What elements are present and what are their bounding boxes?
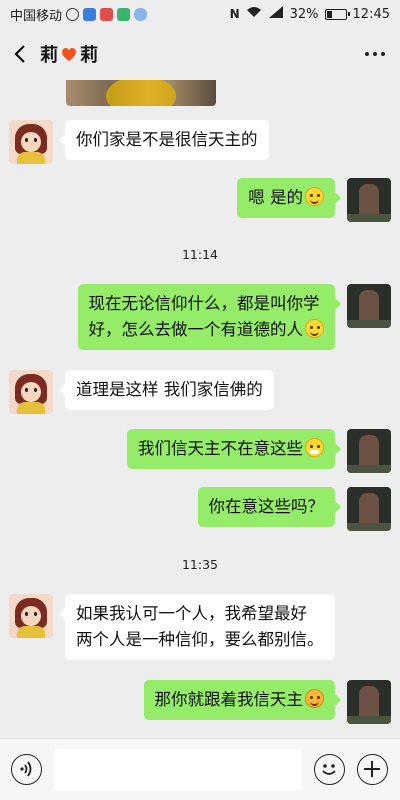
title-text: 莉 (40, 45, 58, 66)
app-icon (100, 7, 114, 21)
smile-emoji-icon (305, 187, 324, 206)
my-avatar[interactable] (347, 178, 391, 222)
my-avatar[interactable] (347, 680, 391, 724)
message-bubble[interactable]: 你们家是不是很信天主的 (59, 120, 269, 160)
message-input[interactable] (54, 749, 302, 791)
image-message[interactable] (66, 80, 216, 106)
plus-icon[interactable] (357, 754, 388, 785)
heart-icon (60, 45, 78, 63)
my-avatar[interactable] (347, 284, 391, 328)
nfc-icon: N (229, 7, 240, 21)
voice-icon[interactable] (11, 754, 42, 785)
notification-icon (66, 7, 80, 21)
battery-icon (324, 8, 350, 20)
emoji-icon[interactable] (314, 754, 345, 785)
battery-percent: 32% (289, 6, 319, 22)
back-icon[interactable] (0, 28, 40, 80)
chat-area[interactable]: 你们家是不是很信天主的 嗯 是的 11:14 现在无论信仰什么，都是叫你学 好，… (0, 80, 400, 738)
grin-emoji-icon (305, 438, 324, 457)
more-icon[interactable] (350, 28, 400, 80)
blush-emoji-icon (305, 689, 324, 708)
smile-emoji-icon (305, 319, 324, 338)
contact-avatar[interactable] (9, 594, 53, 638)
clock: 12:45 (352, 6, 390, 22)
app-icon (83, 7, 97, 21)
timestamp: 11:14 (181, 247, 219, 262)
my-avatar[interactable] (347, 429, 391, 473)
message-bubble[interactable]: 道理是这样 我们家信佛的 (59, 370, 274, 410)
title-text: 莉 (80, 45, 98, 66)
message-bubble[interactable]: 嗯 是的 (237, 178, 341, 218)
input-bar (0, 738, 400, 800)
chat-title: 莉 莉 (40, 41, 98, 67)
message-bubble[interactable]: 我们信天主不在意这些 (127, 429, 341, 469)
chat-header: 莉 莉 (0, 28, 400, 80)
app-icon (117, 7, 131, 21)
message-bubble[interactable]: 那你就跟着我信天主 (143, 680, 341, 720)
my-avatar[interactable] (347, 487, 391, 531)
signal-icon (268, 6, 284, 22)
carrier-label: 中国移动 (10, 8, 63, 24)
message-bubble[interactable]: 你在意这些吗？ (197, 487, 341, 527)
cloud-icon (134, 7, 148, 21)
status-bar: 中国移动 N 32% 12:45 (0, 0, 400, 28)
contact-avatar[interactable] (9, 120, 53, 164)
battery-level (326, 10, 332, 18)
timestamp: 11:35 (181, 557, 219, 572)
wifi-icon (246, 6, 262, 22)
message-bubble[interactable]: 如果我认可一个人，我希望最好 两个人是一种信仰，要么都别信。 (59, 594, 335, 660)
contact-avatar[interactable] (9, 370, 53, 414)
message-bubble[interactable]: 现在无论信仰什么，都是叫你学 好，怎么去做一个有道德的人 (77, 284, 341, 350)
